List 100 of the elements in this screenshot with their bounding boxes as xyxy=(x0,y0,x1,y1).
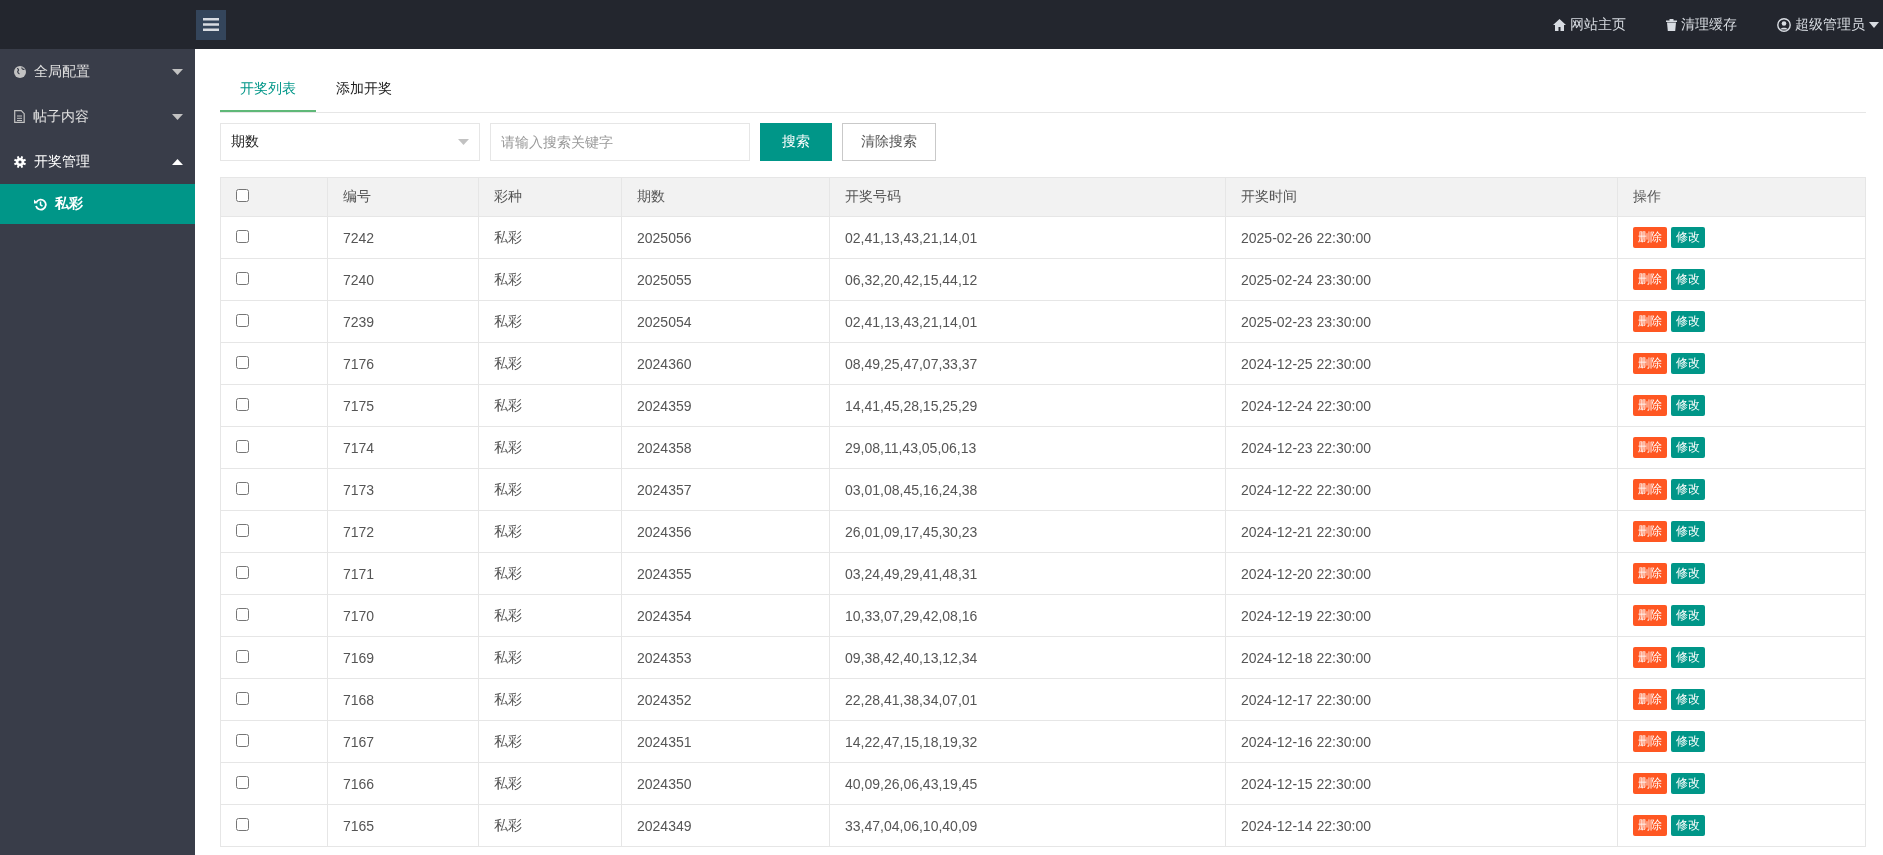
table-cell: 私彩 xyxy=(478,510,622,553)
select-field[interactable]: 期数 xyxy=(220,123,480,161)
delete-button[interactable]: 删除 xyxy=(1633,437,1667,458)
row-checkbox[interactable] xyxy=(236,355,249,369)
document-icon xyxy=(14,110,25,123)
sidebar-item[interactable]: 开奖管理 xyxy=(0,139,195,184)
table-cell: 29,08,11,43,05,06,13 xyxy=(829,426,1226,469)
table-cell: 2024-12-14 22:30:00 xyxy=(1225,804,1618,847)
delete-button[interactable]: 删除 xyxy=(1633,689,1667,710)
table-cell: 08,49,25,47,07,33,37 xyxy=(829,342,1226,385)
caret-icon xyxy=(172,68,183,75)
edit-button[interactable]: 修改 xyxy=(1671,227,1705,248)
edit-button[interactable]: 修改 xyxy=(1671,437,1705,458)
table-cell: 2024355 xyxy=(621,552,830,595)
edit-button[interactable]: 修改 xyxy=(1671,395,1705,416)
table-cell: 02,41,13,43,21,14,01 xyxy=(829,300,1226,343)
table-header-cell: 彩种 xyxy=(478,177,622,217)
caret-icon xyxy=(1869,21,1879,28)
table-cell: 7165 xyxy=(327,804,479,847)
row-checkbox[interactable] xyxy=(236,649,249,663)
table-cell: 22,28,41,38,34,07,01 xyxy=(829,678,1226,721)
edit-button[interactable]: 修改 xyxy=(1671,479,1705,500)
table-cell: 14,22,47,15,18,19,32 xyxy=(829,720,1226,763)
sidebar-item[interactable]: 全局配置 xyxy=(0,49,195,94)
edit-button[interactable]: 修改 xyxy=(1671,563,1705,584)
clear-search-button[interactable]: 清除搜索 xyxy=(842,123,936,161)
table-cell: 私彩 xyxy=(478,342,622,385)
table-cell: 7175 xyxy=(327,384,479,427)
delete-button[interactable]: 删除 xyxy=(1633,227,1667,248)
table-cell: 7172 xyxy=(327,510,479,553)
user-icon xyxy=(1777,17,1791,32)
row-checkbox[interactable] xyxy=(236,523,249,537)
row-checkbox[interactable] xyxy=(236,397,249,411)
select-all-checkbox[interactable] xyxy=(236,189,249,202)
header-link[interactable]: 清理缓存 xyxy=(1666,15,1737,34)
delete-button[interactable]: 删除 xyxy=(1633,479,1667,500)
delete-button[interactable]: 删除 xyxy=(1633,521,1667,542)
delete-button[interactable]: 删除 xyxy=(1633,353,1667,374)
tab[interactable]: 添加开奖 xyxy=(316,67,412,112)
table-cell: 7169 xyxy=(327,636,479,679)
delete-button[interactable]: 删除 xyxy=(1633,773,1667,794)
delete-button[interactable]: 删除 xyxy=(1633,815,1667,836)
edit-button[interactable]: 修改 xyxy=(1671,773,1705,794)
header-link[interactable]: 网站主页 xyxy=(1553,15,1626,34)
search-button[interactable]: 搜索 xyxy=(760,123,832,161)
edit-button[interactable]: 修改 xyxy=(1671,731,1705,752)
row-checkbox[interactable] xyxy=(236,229,249,243)
table-cell: 02,41,13,43,21,14,01 xyxy=(829,216,1226,259)
row-checkbox[interactable] xyxy=(236,817,249,831)
edit-button[interactable]: 修改 xyxy=(1671,605,1705,626)
row-checkbox[interactable] xyxy=(236,481,249,495)
delete-button[interactable]: 删除 xyxy=(1633,311,1667,332)
table-cell: 私彩 xyxy=(478,636,622,679)
edit-button[interactable]: 修改 xyxy=(1671,269,1705,290)
table-cell: 03,24,49,29,41,48,31 xyxy=(829,552,1226,595)
delete-button[interactable]: 删除 xyxy=(1633,731,1667,752)
menu-icon xyxy=(203,18,219,31)
row-checkbox[interactable] xyxy=(236,733,249,747)
row-checkbox[interactable] xyxy=(236,691,249,705)
delete-button[interactable]: 删除 xyxy=(1633,647,1667,668)
table-cell: 2024-12-18 22:30:00 xyxy=(1225,636,1618,679)
table-cell: 私彩 xyxy=(478,216,622,259)
table-cell: 2024-12-24 22:30:00 xyxy=(1225,384,1618,427)
row-checkbox[interactable] xyxy=(236,607,249,621)
table-cell: 7170 xyxy=(327,594,479,637)
edit-button[interactable]: 修改 xyxy=(1671,353,1705,374)
edit-button[interactable]: 修改 xyxy=(1671,521,1705,542)
sidebar-item[interactable]: 帖子内容 xyxy=(0,94,195,139)
edit-button[interactable]: 修改 xyxy=(1671,311,1705,332)
edit-button[interactable]: 修改 xyxy=(1671,815,1705,836)
table-cell: 私彩 xyxy=(478,804,622,847)
row-checkbox[interactable] xyxy=(236,271,249,285)
search-field[interactable]: 请输入搜索关键字 xyxy=(490,123,750,161)
delete-button[interactable]: 删除 xyxy=(1633,605,1667,626)
row-checkbox[interactable] xyxy=(236,775,249,789)
table-cell: 2024352 xyxy=(621,678,830,721)
table-cell: 2024351 xyxy=(621,720,830,763)
menu-button[interactable] xyxy=(196,9,226,40)
delete-button[interactable]: 删除 xyxy=(1633,395,1667,416)
table-cell: 私彩 xyxy=(478,426,622,469)
table-cell: 2024-12-21 22:30:00 xyxy=(1225,510,1618,553)
header-link[interactable]: 超级管理员 xyxy=(1777,15,1879,34)
caret-icon xyxy=(172,158,183,165)
delete-button[interactable]: 删除 xyxy=(1633,563,1667,584)
tab[interactable]: 开奖列表 xyxy=(220,67,316,112)
edit-button[interactable]: 修改 xyxy=(1671,689,1705,710)
row-checkbox[interactable] xyxy=(236,565,249,579)
edit-button[interactable]: 修改 xyxy=(1671,647,1705,668)
table-header-cell: 期数 xyxy=(621,177,830,217)
table-cell: 2024354 xyxy=(621,594,830,637)
caret-icon xyxy=(458,139,469,145)
delete-button[interactable]: 删除 xyxy=(1633,269,1667,290)
table-cell: 2024-12-25 22:30:00 xyxy=(1225,342,1618,385)
table-cell: 2024-12-17 22:30:00 xyxy=(1225,678,1618,721)
table-header-cell: 编号 xyxy=(327,177,479,217)
row-checkbox[interactable] xyxy=(236,439,249,453)
row-checkbox[interactable] xyxy=(236,313,249,327)
sidebar-subitem[interactable]: 私彩 xyxy=(0,184,195,224)
globe-icon xyxy=(14,65,26,78)
table-cell: 2025054 xyxy=(621,300,830,343)
